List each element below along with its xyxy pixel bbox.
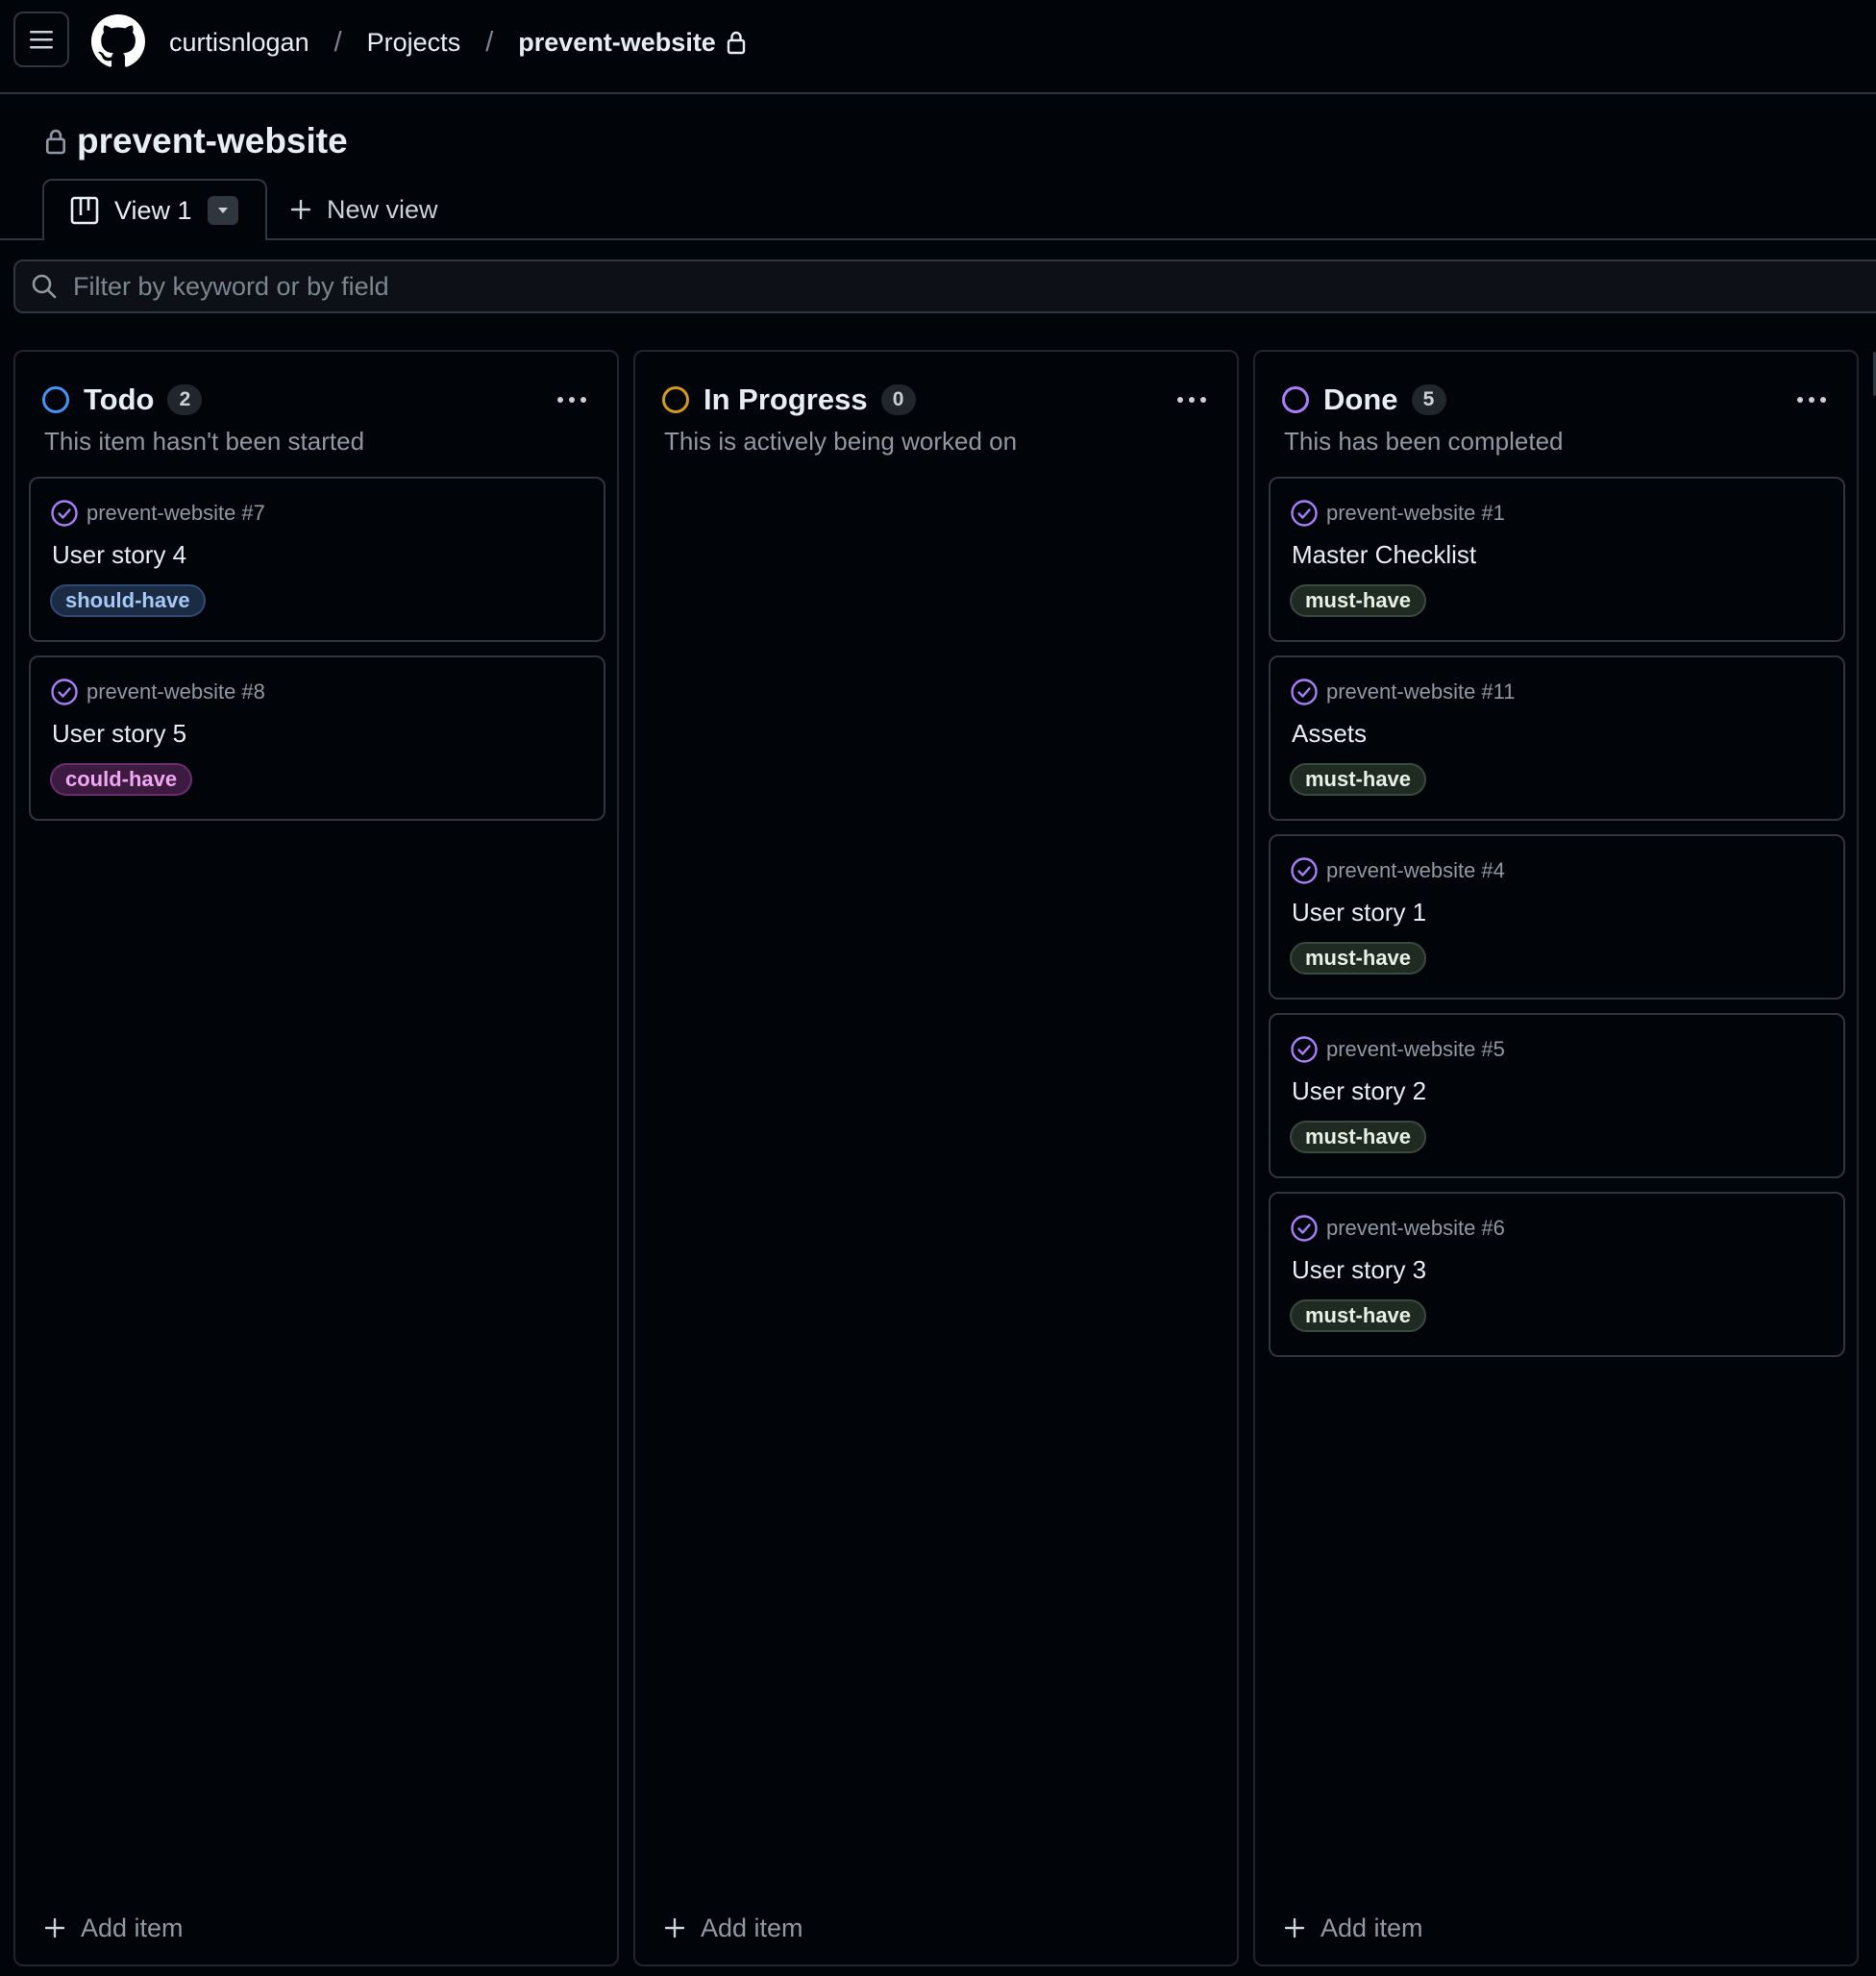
card[interactable]: prevent-website #8 User story 5 could-ha… (29, 655, 605, 821)
add-item-button[interactable]: Add item (1284, 1907, 1423, 1949)
tab-view-1[interactable]: View 1 (42, 179, 267, 240)
card-ref: prevent-website #5 (1290, 1034, 1505, 1065)
label-must-have[interactable]: must-have (1290, 1121, 1427, 1153)
plus-icon (44, 1917, 65, 1939)
column-description: This has been completed (1284, 427, 1564, 456)
breadcrumb-separator: / (333, 26, 342, 58)
kebab-icon[interactable] (557, 375, 586, 425)
view-tabs: View 1 New view (0, 179, 1876, 240)
card-title[interactable]: User story 4 (52, 540, 186, 570)
column-header: In Progress 0 (662, 375, 1218, 425)
breadcrumb: curtisnlogan / Projects / prevent-websit… (169, 23, 747, 62)
status-circle-icon (662, 386, 689, 413)
plus-icon (664, 1917, 685, 1939)
breadcrumb-owner[interactable]: curtisnlogan (169, 28, 309, 58)
label-could-have[interactable]: could-have (50, 763, 193, 796)
card[interactable]: prevent-website #4 User story 1 must-hav… (1269, 834, 1845, 1000)
card-title[interactable]: Assets (1292, 719, 1367, 749)
issue-closed-icon (1291, 679, 1318, 705)
kebab-icon[interactable] (1177, 375, 1206, 425)
add-item-label: Add item (701, 1913, 803, 1942)
label-must-have[interactable]: must-have (1290, 1299, 1427, 1332)
column-name: Done (1323, 383, 1398, 416)
search-icon (32, 274, 57, 299)
column-header: Done 5 (1282, 375, 1838, 425)
column-name: Todo (84, 383, 155, 416)
filter-placeholder: Filter by keyword or by field (73, 271, 389, 301)
add-item-label: Add item (81, 1913, 184, 1942)
card-ref-text: prevent-website #7 (86, 501, 265, 525)
plus-icon (1284, 1917, 1305, 1939)
hamburger-icon[interactable] (13, 12, 69, 67)
lock-icon (727, 31, 746, 55)
card[interactable]: prevent-website #11 Assets must-have (1269, 655, 1845, 821)
issue-closed-icon (51, 679, 78, 705)
column-count: 2 (167, 384, 203, 415)
column-name: In Progress (704, 383, 868, 416)
column-description: This is actively being worked on (664, 427, 1018, 456)
breadcrumb-projects[interactable]: Projects (367, 28, 461, 58)
plus-icon (290, 199, 311, 220)
tab-label: View 1 (114, 195, 192, 225)
card-title[interactable]: User story 1 (1292, 898, 1426, 927)
card-ref: prevent-website #4 (1290, 855, 1505, 886)
card-ref: prevent-website #8 (50, 677, 265, 707)
label-must-have[interactable]: must-have (1290, 763, 1427, 796)
card[interactable]: prevent-website #6 User story 3 must-hav… (1269, 1192, 1845, 1357)
label-must-have[interactable]: must-have (1290, 942, 1427, 975)
card-ref-text: prevent-website #1 (1326, 501, 1505, 525)
card-ref-text: prevent-website #8 (86, 679, 265, 704)
card-ref: prevent-website #6 (1290, 1213, 1505, 1244)
card-title[interactable]: User story 2 (1292, 1076, 1426, 1106)
issue-closed-icon (1291, 500, 1318, 527)
card[interactable]: prevent-website #1 Master Checklist must… (1269, 477, 1845, 642)
column-count: 0 (880, 384, 916, 415)
card-ref-text: prevent-website #4 (1326, 858, 1505, 882)
status-circle-icon (42, 386, 69, 413)
card[interactable]: prevent-website #5 User story 2 must-hav… (1269, 1013, 1845, 1178)
add-item-button[interactable]: Add item (44, 1907, 184, 1949)
card-title[interactable]: User story 3 (1292, 1255, 1426, 1285)
column-header: Todo 2 (42, 375, 598, 425)
project-title: prevent-website (77, 121, 348, 161)
card[interactable]: prevent-website #7 User story 4 should-h… (29, 477, 605, 642)
column-in-progress: In Progress 0 This is actively being wor… (633, 350, 1239, 1966)
issue-closed-icon (1291, 1036, 1318, 1063)
column-description: This item hasn't been started (44, 427, 365, 456)
page-title: prevent-website (44, 117, 348, 165)
label-must-have[interactable]: must-have (1290, 584, 1427, 617)
add-item-button[interactable]: Add item (664, 1907, 803, 1949)
card-ref-text: prevent-website #5 (1326, 1037, 1505, 1061)
label-should-have[interactable]: should-have (50, 584, 206, 617)
card-ref: prevent-website #7 (50, 498, 265, 529)
new-view-label: New view (327, 194, 438, 224)
column-todo: Todo 2 This item hasn't been started pre… (13, 350, 619, 1966)
column-count: 5 (1411, 384, 1446, 415)
issue-closed-icon (1291, 857, 1318, 884)
new-view-button[interactable]: New view (290, 179, 438, 240)
issue-closed-icon (1291, 1215, 1318, 1242)
card-title[interactable]: Master Checklist (1292, 540, 1476, 570)
top-bar: curtisnlogan / Projects / prevent-websit… (0, 0, 1876, 94)
caret-down-icon[interactable] (208, 196, 238, 225)
card-title[interactable]: User story 5 (52, 719, 186, 749)
add-item-label: Add item (1321, 1913, 1423, 1942)
kebab-icon[interactable] (1797, 375, 1826, 425)
filter-input[interactable]: Filter by keyword or by field (13, 259, 1876, 313)
board-icon (70, 196, 99, 225)
issue-closed-icon (51, 500, 78, 527)
column-done: Done 5 This has been completed prevent-w… (1253, 350, 1859, 1966)
card-ref: prevent-website #1 (1290, 498, 1505, 529)
status-circle-icon (1282, 386, 1309, 413)
lock-icon (45, 129, 66, 155)
breadcrumb-project[interactable]: prevent-website (518, 28, 716, 58)
card-ref-text: prevent-website #6 (1326, 1216, 1505, 1240)
github-logo[interactable] (91, 14, 145, 68)
breadcrumb-separator: / (485, 26, 494, 58)
card-ref-text: prevent-website #11 (1326, 679, 1516, 704)
card-ref: prevent-website #11 (1290, 677, 1516, 707)
